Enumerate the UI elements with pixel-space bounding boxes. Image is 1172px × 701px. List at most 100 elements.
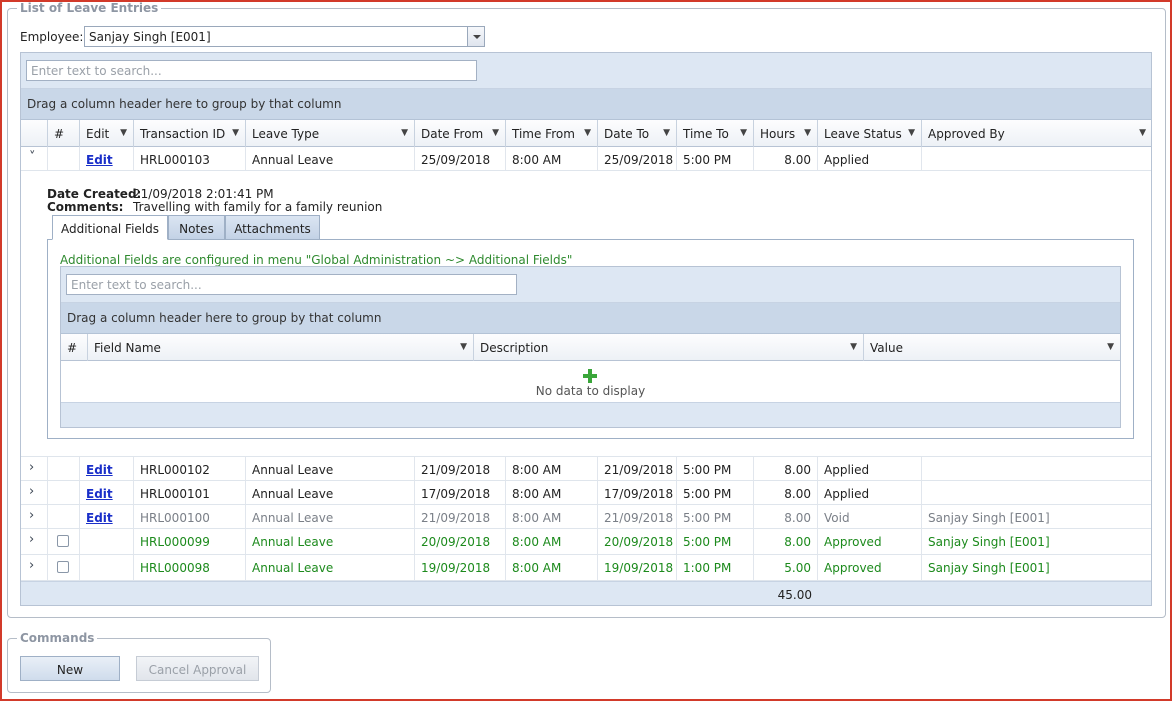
- cancel-approval-button[interactable]: Cancel Approval: [136, 656, 259, 681]
- cell-hours: 8.00: [784, 487, 811, 501]
- cell-date-from: 20/09/2018: [421, 535, 491, 549]
- col-leave-type[interactable]: Leave Type ▼: [246, 120, 415, 147]
- row-select-checkbox[interactable]: [57, 535, 69, 547]
- cell-leave-type: Annual Leave: [252, 561, 334, 575]
- edit-link[interactable]: Edit: [86, 487, 113, 501]
- edit-link[interactable]: Edit: [86, 153, 113, 167]
- cell-time-to: 5:00 PM: [683, 463, 732, 477]
- cell-approved-by: Sanjay Singh [E001]: [928, 561, 1050, 575]
- edit-link[interactable]: Edit: [86, 463, 113, 477]
- col-time-to[interactable]: Time To ▼: [677, 120, 754, 147]
- date-created-value: 21/09/2018 2:01:41 PM: [133, 187, 274, 201]
- cell-date-from: 19/09/2018: [421, 561, 491, 575]
- filter-icon[interactable]: ▼: [850, 342, 857, 352]
- filter-icon[interactable]: ▼: [908, 128, 915, 138]
- cell-time-from: 8:00 AM: [512, 487, 562, 501]
- cell-time-to: 1:00 PM: [683, 561, 732, 575]
- filter-icon[interactable]: ▼: [1139, 128, 1146, 138]
- table-row[interactable]: › HRL000099 Annual Leave 20/09/2018 8:00…: [21, 529, 1151, 555]
- expand-row-icon[interactable]: ›: [29, 460, 34, 475]
- filter-icon[interactable]: ▼: [120, 128, 127, 138]
- employee-label: Employee:: [20, 30, 84, 44]
- tab-attachments[interactable]: Attachments: [225, 215, 320, 240]
- cell-time-from: 8:00 AM: [512, 463, 562, 477]
- col-num[interactable]: #: [48, 120, 80, 147]
- cell-hours: 5.00: [784, 561, 811, 575]
- date-created-label: Date Created:: [47, 187, 142, 201]
- cell-transaction-id: HRL000103: [140, 153, 210, 167]
- af-search-input[interactable]: Enter text to search...: [66, 274, 517, 295]
- employee-combobox[interactable]: Sanjay Singh [E001]: [84, 26, 485, 47]
- tab-notes[interactable]: Notes: [168, 215, 225, 240]
- col-hours[interactable]: Hours ▼: [754, 120, 818, 147]
- filter-icon[interactable]: ▼: [663, 128, 670, 138]
- cell-transaction-id: HRL000100: [140, 511, 210, 525]
- additional-fields-info: Additional Fields are configured in menu…: [60, 253, 573, 267]
- cell-transaction-id: HRL000099: [140, 535, 210, 549]
- cell-approved-by: Sanjay Singh [E001]: [928, 535, 1050, 549]
- expand-row-icon[interactable]: ›: [29, 532, 34, 547]
- chevron-down-icon[interactable]: [467, 27, 484, 46]
- grid-search-bar: Enter text to search...: [21, 53, 1151, 89]
- af-col-num[interactable]: #: [61, 334, 88, 361]
- group-by-panel[interactable]: Drag a column header here to group by th…: [21, 89, 1151, 120]
- filter-icon[interactable]: ▼: [401, 128, 408, 138]
- cell-time-to: 5:00 PM: [683, 511, 732, 525]
- col-date-from[interactable]: Date From ▼: [415, 120, 506, 147]
- af-col-field-name[interactable]: Field Name ▼: [88, 334, 474, 361]
- cell-transaction-id: HRL000101: [140, 487, 210, 501]
- row-detail-panel: Date Created: 21/09/2018 2:01:41 PM Comm…: [21, 171, 1151, 457]
- expand-row-icon[interactable]: ›: [29, 508, 34, 523]
- table-row[interactable]: › HRL000098 Annual Leave 19/09/2018 8:00…: [21, 555, 1151, 581]
- cell-leave-type: Annual Leave: [252, 463, 334, 477]
- filter-icon[interactable]: ▼: [804, 128, 811, 138]
- filter-icon[interactable]: ▼: [232, 128, 239, 138]
- cell-leave-type: Annual Leave: [252, 535, 334, 549]
- cell-time-to: 5:00 PM: [683, 535, 732, 549]
- additional-fields-grid: Enter text to search... Drag a column he…: [60, 266, 1121, 428]
- cell-leave-status: Approved: [824, 561, 882, 575]
- comments-label: Comments:: [47, 200, 124, 214]
- leave-grid: Enter text to search... Drag a column he…: [20, 52, 1152, 606]
- cell-hours: 8.00: [784, 463, 811, 477]
- comments-value: Travelling with family for a family reun…: [133, 200, 383, 214]
- expand-row-icon[interactable]: ›: [29, 484, 34, 499]
- cell-leave-status: Approved: [824, 535, 882, 549]
- col-date-to[interactable]: Date To ▼: [598, 120, 677, 147]
- filter-icon[interactable]: ▼: [460, 342, 467, 352]
- col-approved-by[interactable]: Approved By ▼: [922, 120, 1151, 147]
- table-row[interactable]: › Edit HRL000102 Annual Leave 21/09/2018…: [21, 457, 1151, 481]
- filter-icon[interactable]: ▼: [740, 128, 747, 138]
- grid-header: # Edit ▼ Transaction ID ▼ Leave Type ▼ Date…: [21, 120, 1151, 147]
- col-transaction-id[interactable]: Transaction ID ▼: [134, 120, 246, 147]
- af-group-by-panel[interactable]: Drag a column header here to group by th…: [61, 303, 1120, 334]
- col-time-from[interactable]: Time From ▼: [506, 120, 598, 147]
- filter-icon[interactable]: ▼: [584, 128, 591, 138]
- grid-search-input[interactable]: Enter text to search...: [26, 60, 477, 81]
- cell-date-to: 19/09/2018: [604, 561, 674, 575]
- af-group-by-hint: Drag a column header here to group by th…: [67, 311, 382, 325]
- collapse-row-icon[interactable]: ˅: [29, 150, 36, 165]
- filter-icon[interactable]: ▼: [1107, 342, 1114, 352]
- new-button[interactable]: New: [20, 656, 120, 681]
- add-icon[interactable]: [583, 369, 597, 383]
- cell-date-to: 20/09/2018: [604, 535, 674, 549]
- expand-row-icon[interactable]: ›: [29, 558, 34, 573]
- leave-entries-title: List of Leave Entries: [20, 1, 159, 15]
- total-hours: 45.00: [777, 588, 812, 602]
- af-col-description[interactable]: Description ▼: [474, 334, 864, 361]
- cell-date-to: 21/09/2018: [604, 511, 674, 525]
- filter-icon[interactable]: ▼: [492, 128, 499, 138]
- tab-additional-fields[interactable]: Additional Fields: [52, 215, 168, 240]
- cell-time-from: 8:00 AM: [512, 153, 562, 167]
- af-col-value[interactable]: Value ▼: [864, 334, 1120, 361]
- table-row[interactable]: › Edit HRL000100 Annual Leave 21/09/2018…: [21, 505, 1151, 529]
- table-row[interactable]: ˅ Edit HRL000103 Annual Leave 25/09/2018…: [21, 147, 1151, 171]
- af-grid-header: # Field Name ▼ Description ▼ Value ▼: [61, 334, 1120, 361]
- table-row[interactable]: › Edit HRL000101 Annual Leave 17/09/2018…: [21, 481, 1151, 505]
- col-edit[interactable]: Edit ▼: [80, 120, 134, 147]
- cell-date-from: 17/09/2018: [421, 487, 491, 501]
- col-leave-status[interactable]: Leave Status ▼: [818, 120, 922, 147]
- edit-link[interactable]: Edit: [86, 511, 113, 525]
- row-select-checkbox[interactable]: [57, 561, 69, 573]
